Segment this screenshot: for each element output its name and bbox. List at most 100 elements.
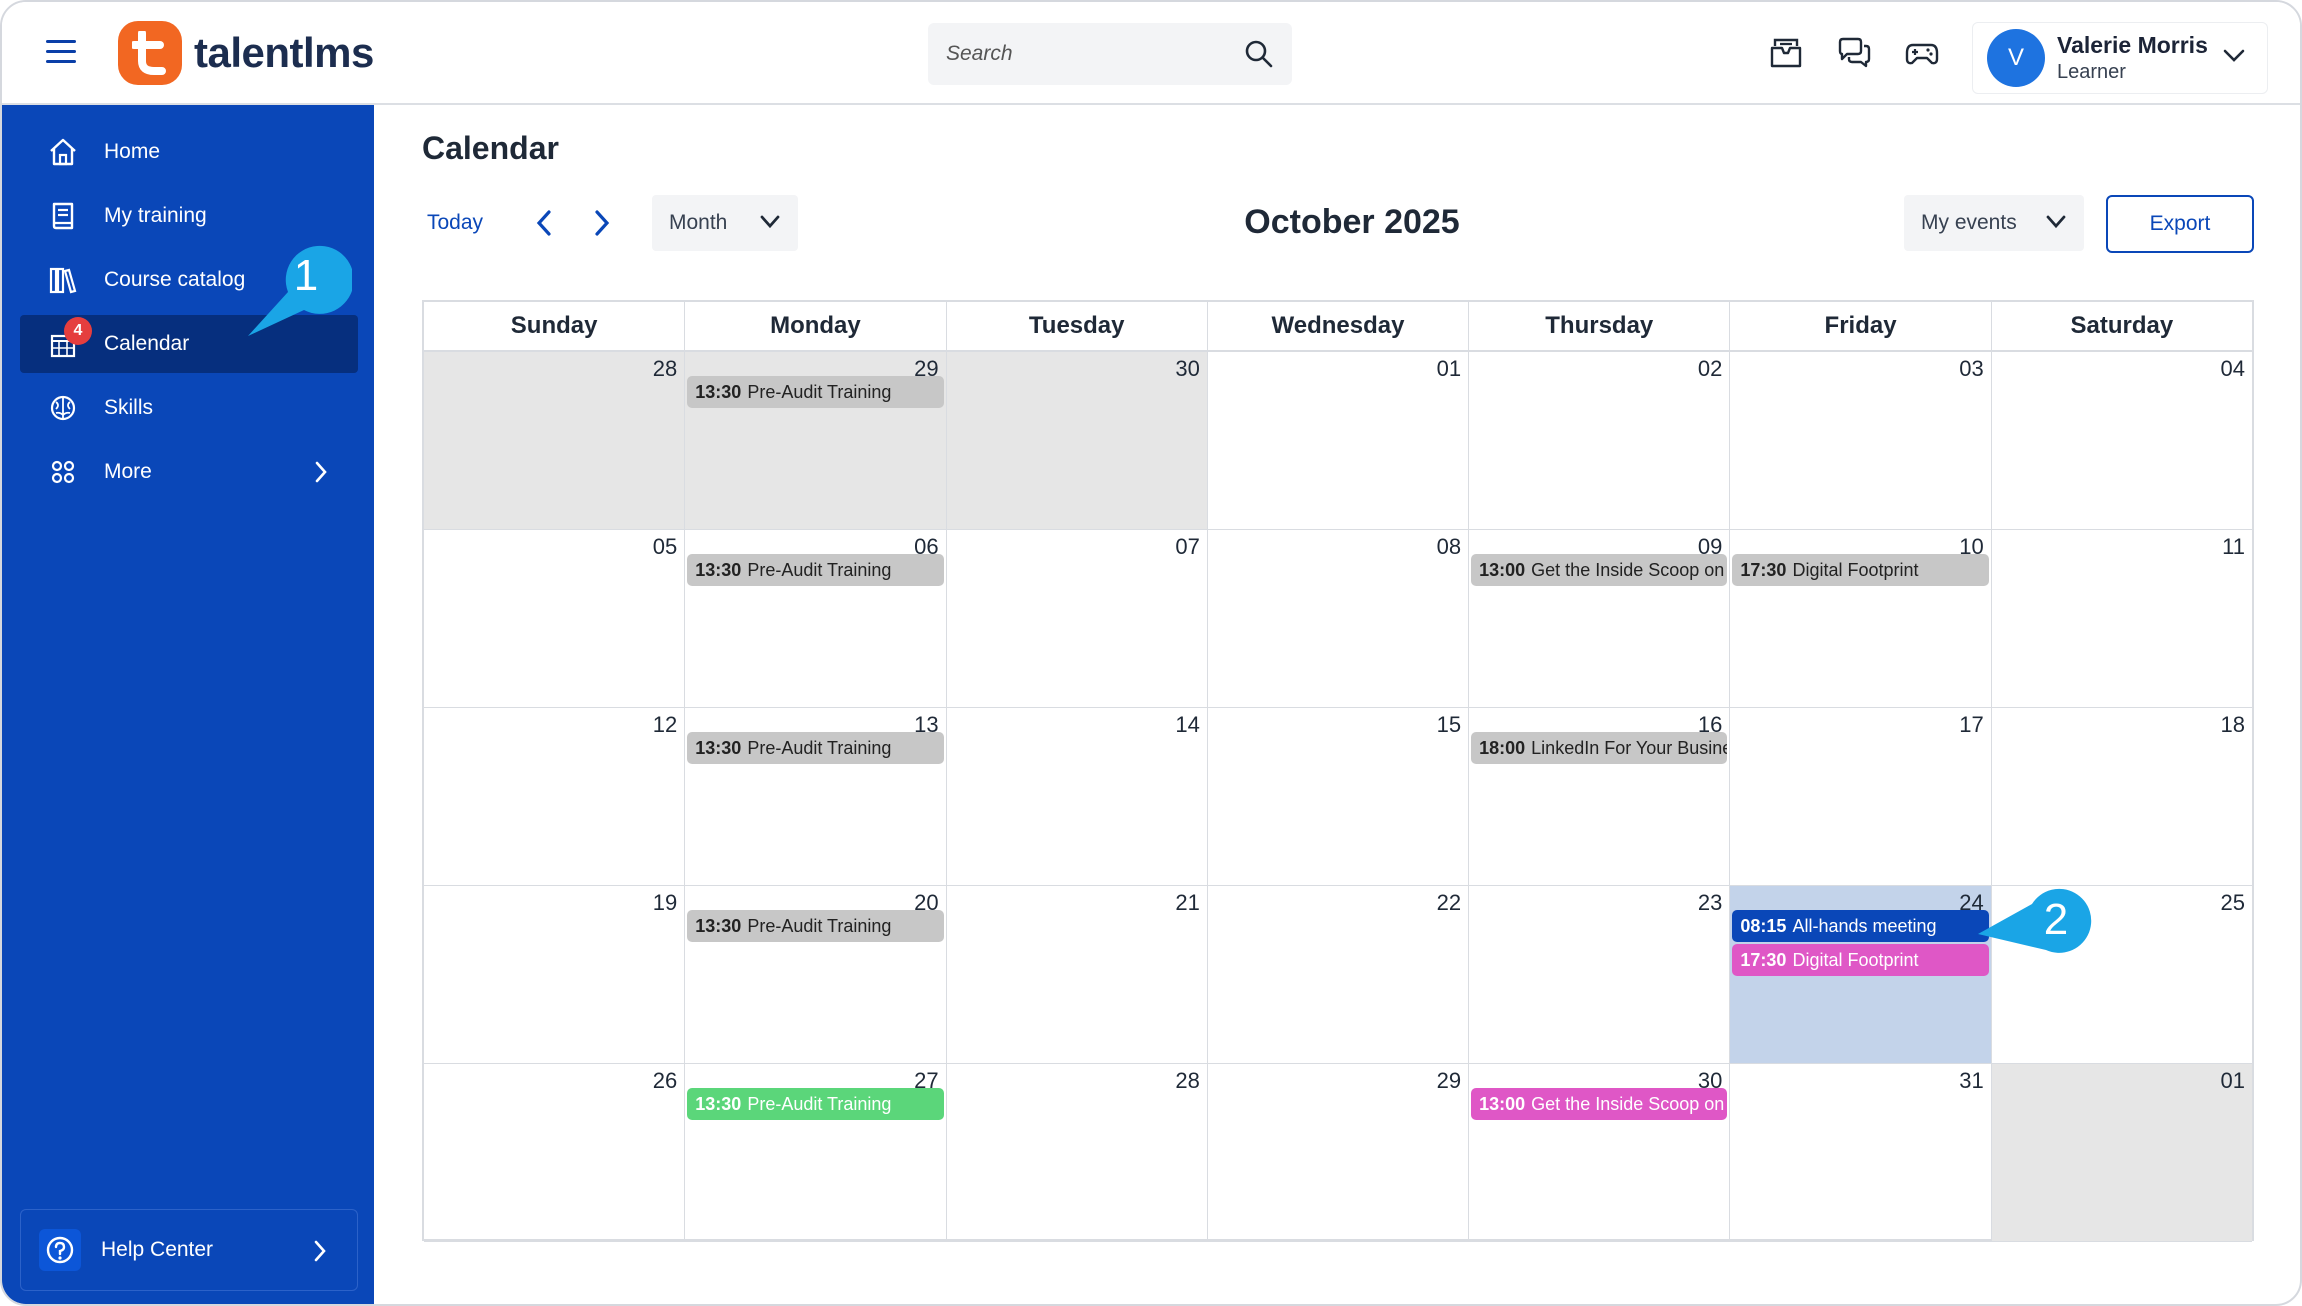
sidebar-item-home[interactable]: Home — [20, 123, 358, 181]
calendar-event[interactable]: 08:15 All-hands meeting — [1732, 910, 1989, 942]
event-title: Pre-Audit Training — [747, 1094, 892, 1114]
user-menu[interactable]: V Valerie Morris Learner — [1972, 22, 2268, 94]
calendar-event[interactable]: 13:00 Get the Inside Scoop on — [1471, 1088, 1728, 1120]
day-cell[interactable]: 01 — [1208, 352, 1470, 529]
week-row: 12 13 13:30 Pre-Audit Training 14 15 16 18:00 Li… — [424, 708, 2252, 886]
events-filter-select[interactable]: My events — [1904, 195, 2084, 251]
day-cell[interactable]: 12 — [424, 708, 686, 885]
prev-month-button[interactable] — [530, 208, 560, 238]
sidebar-item-skills[interactable]: Skills — [20, 379, 358, 437]
day-cell[interactable]: 07 — [947, 530, 1208, 707]
day-cell[interactable]: 28 — [424, 352, 686, 529]
home-icon — [50, 138, 76, 166]
weekday-label: Friday — [1730, 302, 1992, 350]
help-center-label: Help Center — [101, 1238, 214, 1261]
event-title: Digital Footprint — [1792, 950, 1919, 970]
event-title: Get the Inside Scoop on — [1531, 1094, 1725, 1114]
day-cell[interactable]: 27 13:30 Pre-Audit Training — [685, 1064, 947, 1241]
help-icon — [39, 1229, 81, 1271]
sidebar-item-more[interactable]: More — [20, 443, 358, 501]
event-time: 13:30 — [695, 560, 742, 580]
day-cell[interactable]: 20 13:30 Pre-Audit Training — [685, 886, 947, 1063]
brand-logo[interactable]: talentlms — [118, 20, 374, 86]
day-cell[interactable]: 11 — [1992, 530, 2252, 707]
day-cell[interactable]: 14 — [947, 708, 1208, 885]
gamepad-icon[interactable] — [1904, 36, 1940, 70]
day-number: 17 — [1959, 712, 1984, 737]
day-cell[interactable]: 30 — [946, 352, 1208, 529]
calendar-event[interactable]: 17:30 Digital Footprint — [1732, 554, 1989, 586]
sidebar-item-label: My training — [104, 204, 207, 227]
calendar-event[interactable]: 13:30 Pre-Audit Training — [687, 554, 944, 586]
calendar-event[interactable]: 13:30 Pre-Audit Training — [687, 732, 944, 764]
week-row: 28 29 13:30 Pre-Audit Training 30 01 02 03 04 — [424, 352, 2252, 530]
day-cell[interactable]: 15 — [1208, 708, 1470, 885]
chat-icon[interactable] — [1836, 36, 1872, 70]
day-cell[interactable]: 21 — [947, 886, 1208, 1063]
day-cell[interactable]: 09 13:00 Get the Inside Scoop on — [1469, 530, 1731, 707]
day-cell[interactable]: 16 18:00 LinkedIn For Your Busine — [1469, 708, 1731, 885]
calendar-event[interactable]: 13:00 Get the Inside Scoop on — [1471, 554, 1728, 586]
search-icon[interactable] — [1244, 39, 1274, 69]
view-select[interactable]: Month — [652, 195, 798, 251]
day-cell[interactable]: 02 — [1469, 352, 1731, 529]
month-calendar: Sunday Monday Tuesday Wednesday Thursday Frid… — [422, 300, 2254, 1242]
day-cell[interactable]: 24 08:15 All-hands meeting 17:30 Digital Foo… — [1730, 886, 1992, 1063]
calendar-event[interactable]: 13:30 Pre-Audit Training — [687, 910, 944, 942]
sidebar-item-label: Calendar — [104, 332, 190, 355]
day-cell[interactable]: 22 — [1208, 886, 1470, 1063]
day-cell[interactable]: 17 — [1730, 708, 1992, 885]
search-input[interactable] — [946, 42, 1244, 66]
day-number: 03 — [1959, 356, 1984, 381]
today-button[interactable]: Today — [427, 211, 483, 235]
calendar-event[interactable]: 17:30 Digital Footprint — [1732, 944, 1989, 976]
day-cell[interactable]: 29 13:30 Pre-Audit Training — [685, 352, 947, 529]
calendar-event[interactable]: 18:00 LinkedIn For Your Busine — [1471, 732, 1728, 764]
event-time: 17:30 — [1740, 560, 1787, 580]
sidebar-item-label: Course catalog — [104, 268, 246, 291]
callout-marker-2: 2 — [1978, 888, 2092, 953]
day-cell[interactable]: 01 — [1991, 1064, 2252, 1241]
day-cell[interactable]: 19 — [424, 886, 686, 1063]
day-number: 04 — [2220, 356, 2245, 381]
day-cell[interactable]: 08 — [1208, 530, 1470, 707]
day-cell[interactable]: 13 13:30 Pre-Audit Training — [685, 708, 947, 885]
weekday-label: Wednesday — [1208, 302, 1470, 350]
day-cell[interactable]: 29 — [1208, 1064, 1470, 1241]
search-box[interactable] — [928, 23, 1292, 85]
calendar-event[interactable]: 13:30 Pre-Audit Training — [687, 1088, 944, 1120]
chevron-down-icon — [2223, 49, 2245, 62]
event-time: 17:30 — [1740, 950, 1787, 970]
day-number: 22 — [1436, 890, 1462, 915]
event-title: All-hands meeting — [1792, 916, 1937, 936]
day-number: 28 — [1175, 1068, 1200, 1093]
day-cell[interactable]: 18 — [1992, 708, 2252, 885]
day-cell[interactable]: 03 — [1730, 352, 1992, 529]
chevron-down-icon — [2046, 215, 2066, 229]
sidebar-item-my-training[interactable]: My training — [20, 187, 358, 245]
calendar-icon-wrap: 4 — [48, 317, 92, 359]
inbox-icon[interactable] — [1768, 36, 1804, 70]
export-button[interactable]: Export — [2106, 195, 2254, 253]
day-cell[interactable]: 23 — [1469, 886, 1731, 1063]
day-number: 19 — [652, 890, 678, 915]
event-time: 13:00 — [1479, 1094, 1526, 1114]
calendar-event[interactable]: 13:30 Pre-Audit Training — [687, 376, 944, 408]
day-cell[interactable]: 06 13:30 Pre-Audit Training — [685, 530, 947, 707]
brand-name: talentlms — [194, 29, 374, 76]
day-cell[interactable]: 28 — [947, 1064, 1208, 1241]
day-number: 05 — [652, 534, 678, 559]
day-cell[interactable]: 31 — [1730, 1064, 1992, 1241]
day-cell[interactable]: 04 — [1992, 352, 2252, 529]
callout-marker-1: 1 — [248, 245, 352, 336]
menu-toggle-icon[interactable] — [46, 40, 76, 66]
day-cell[interactable]: 05 — [424, 530, 686, 707]
day-cell[interactable]: 30 13:00 Get the Inside Scoop on — [1469, 1064, 1731, 1241]
chevron-right-icon — [315, 461, 327, 483]
day-cell[interactable]: 10 17:30 Digital Footprint — [1730, 530, 1992, 707]
view-select-value: Month — [669, 211, 728, 234]
day-cell[interactable]: 26 — [424, 1064, 686, 1241]
next-month-button[interactable] — [586, 208, 616, 238]
library-icon — [49, 267, 77, 294]
help-center-button[interactable]: Help Center — [20, 1209, 358, 1291]
